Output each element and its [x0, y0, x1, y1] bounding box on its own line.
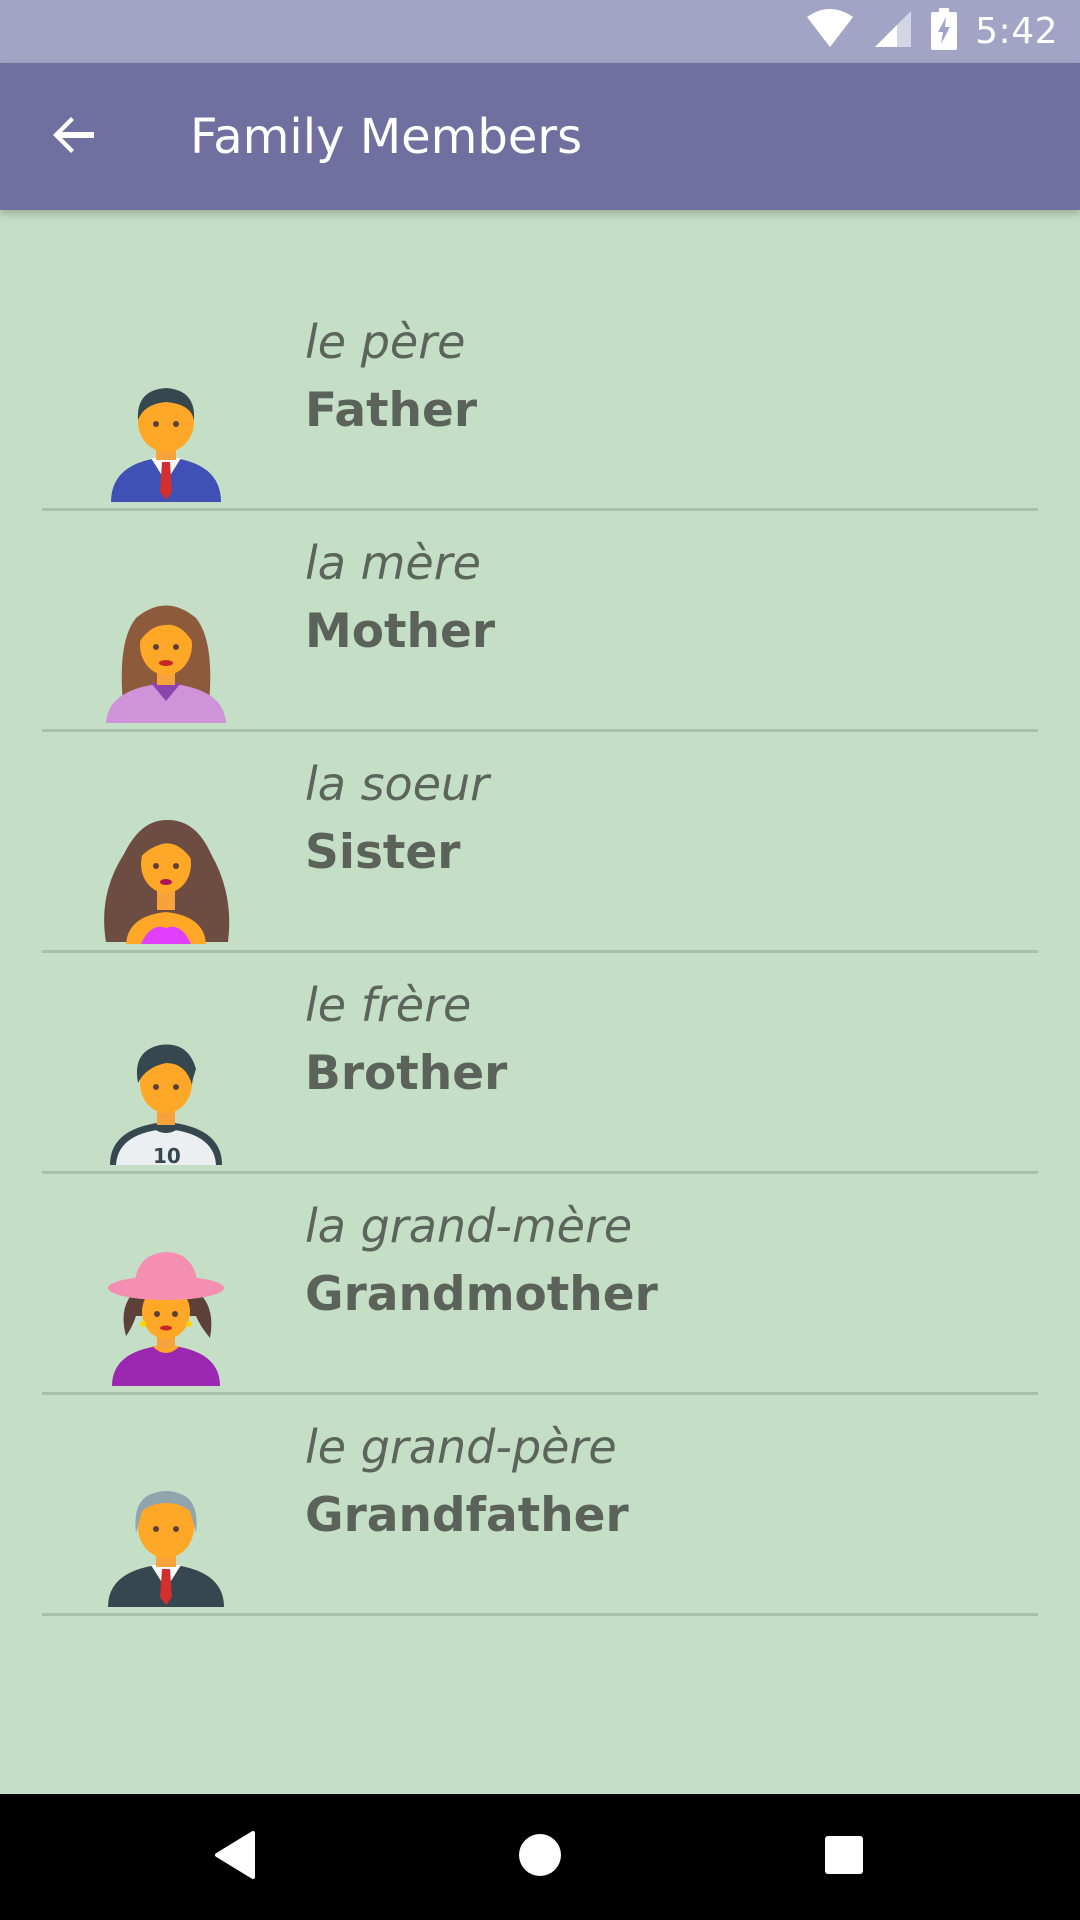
svg-text:10: 10 — [153, 1144, 181, 1165]
family-list: le père Father la mère Mother la soeur S… — [0, 290, 1080, 1616]
nav-recents-button[interactable] — [811, 1824, 877, 1890]
sister-avatar-icon — [96, 804, 236, 944]
english-word: Mother — [305, 604, 496, 659]
app-bar: Family Members — [0, 63, 1080, 210]
back-triangle-icon — [213, 1830, 259, 1885]
home-circle-icon — [517, 1832, 563, 1883]
list-item[interactable]: la grand-mère Grandmother — [0, 1174, 1080, 1395]
cell-signal-icon — [873, 9, 913, 54]
english-word: Brother — [305, 1046, 508, 1101]
recents-square-icon — [823, 1834, 865, 1881]
english-word: Grandfather — [305, 1488, 629, 1543]
father-avatar-icon — [96, 362, 236, 502]
arrow-back-icon — [50, 111, 98, 164]
grandfather-avatar-icon — [96, 1467, 236, 1607]
navigation-bar — [0, 1794, 1080, 1920]
english-word: Father — [305, 383, 478, 438]
nav-home-button[interactable] — [507, 1824, 573, 1890]
english-word: Sister — [305, 825, 461, 880]
list-item[interactable]: le grand-père Grandfather — [0, 1395, 1080, 1616]
grandmother-avatar-icon — [96, 1246, 236, 1386]
nav-back-button[interactable] — [203, 1824, 269, 1890]
mother-avatar-icon — [96, 583, 236, 723]
french-word: la grand-mère — [305, 1199, 633, 1253]
divider — [42, 1613, 1038, 1616]
list-item[interactable]: le père Father — [0, 290, 1080, 511]
status-icons: 5:42 — [805, 0, 1058, 63]
page-title: Family Members — [190, 108, 583, 165]
list-item[interactable]: 10 le frère Brother — [0, 953, 1080, 1174]
french-word: la mère — [305, 536, 481, 590]
list-item[interactable]: la mère Mother — [0, 511, 1080, 732]
status-time: 5:42 — [975, 11, 1058, 52]
back-button[interactable] — [40, 103, 108, 171]
brother-avatar-icon: 10 — [96, 1025, 236, 1165]
french-word: le grand-père — [305, 1420, 617, 1474]
french-word: le frère — [305, 978, 472, 1032]
content-area: le père Father la mère Mother la soeur S… — [0, 210, 1080, 1794]
french-word: la soeur — [305, 757, 490, 811]
english-word: Grandmother — [305, 1267, 658, 1322]
battery-charging-icon — [931, 8, 958, 55]
french-word: le père — [305, 315, 466, 369]
status-bar: 5:42 — [0, 0, 1080, 63]
list-item[interactable]: la soeur Sister — [0, 732, 1080, 953]
wifi-icon — [805, 9, 855, 54]
